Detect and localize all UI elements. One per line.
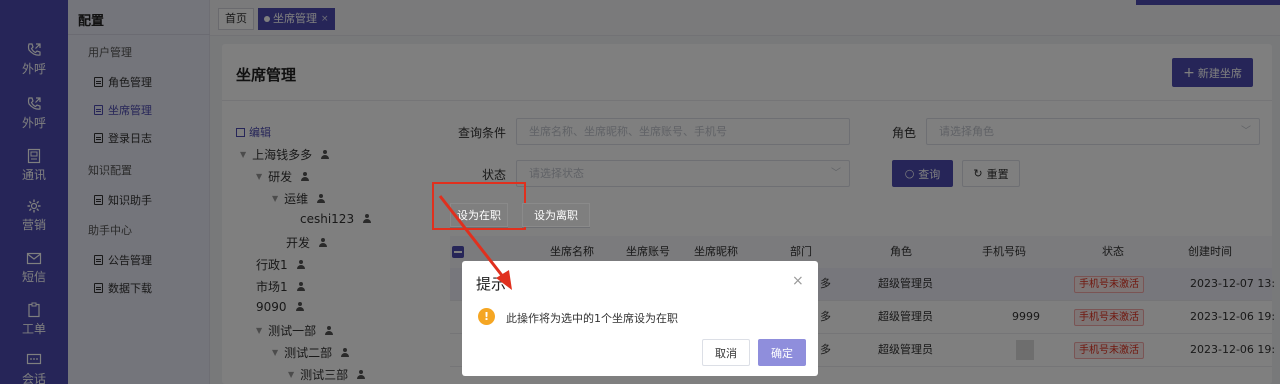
set-active-button-highlighted[interactable]: 设为在职 bbox=[450, 203, 508, 227]
confirm-dialog: 提示 × ! 此操作将为选中的1个坐席设为在职 取消 确定 bbox=[462, 261, 818, 376]
warning-icon: ! bbox=[478, 308, 495, 325]
dialog-title: 提示 bbox=[476, 275, 507, 293]
set-leave-button-dimmed[interactable]: 设为离职 bbox=[522, 203, 590, 227]
dialog-message: 此操作将为选中的1个坐席设为在职 bbox=[506, 312, 678, 325]
confirm-button[interactable]: 确定 bbox=[758, 339, 806, 366]
cancel-button[interactable]: 取消 bbox=[702, 339, 750, 366]
close-icon[interactable]: × bbox=[792, 273, 804, 289]
